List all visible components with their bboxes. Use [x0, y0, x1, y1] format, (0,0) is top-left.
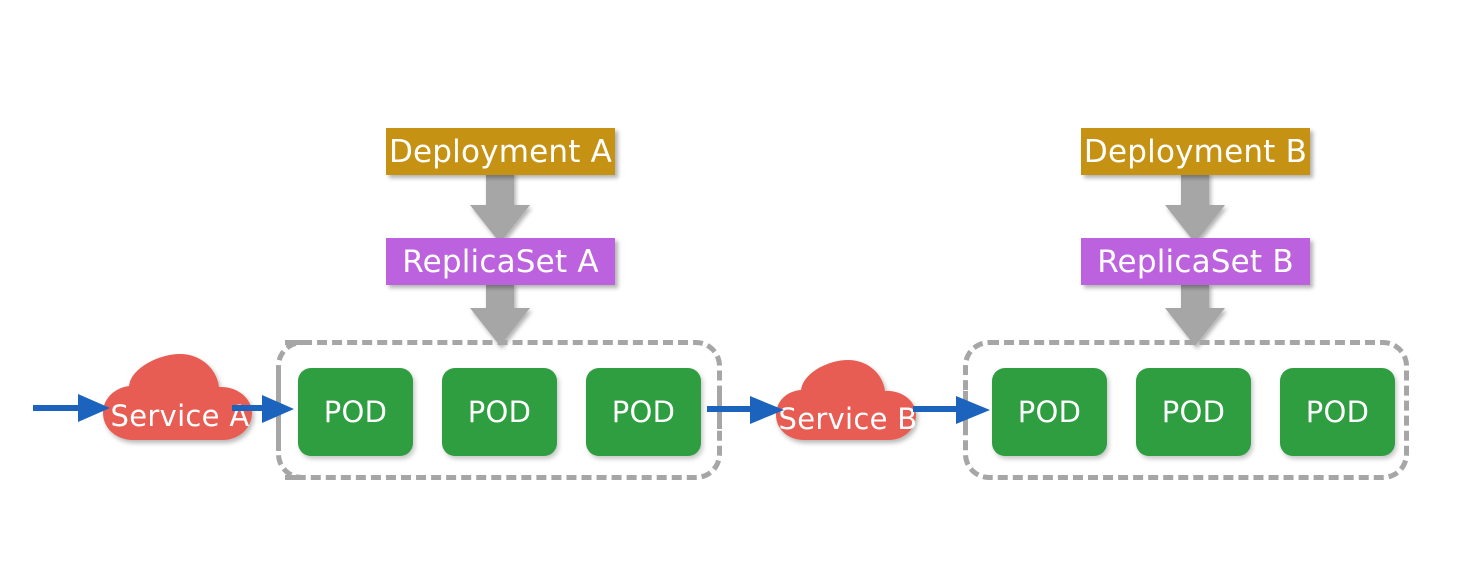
pod-b-3[interactable]: POD	[1280, 368, 1395, 456]
pod-b-1-label: POD	[1017, 395, 1082, 429]
service-a-cloud-label-wrap: Service A	[100, 399, 260, 433]
pod-a-3[interactable]: POD	[586, 368, 701, 456]
replicaset-b-label: ReplicaSet B	[1097, 243, 1294, 280]
pod-a-1[interactable]: POD	[298, 368, 413, 456]
pod-b-2-label: POD	[1161, 395, 1226, 429]
pod-group-a-bottom-left-dash	[285, 475, 305, 480]
pod-b-2[interactable]: POD	[1136, 368, 1251, 456]
pod-a-2[interactable]: POD	[442, 368, 557, 456]
pod-group-a-right-edge-stub	[717, 391, 722, 429]
pod-a-1-label: POD	[323, 395, 388, 429]
diagram-canvas: Deployment A ReplicaSet A POD POD POD De…	[0, 0, 1482, 567]
replicaset-b-box[interactable]: ReplicaSet B	[1081, 238, 1310, 285]
deployment-b-label: Deployment B	[1083, 133, 1308, 170]
deployment-a-box[interactable]: Deployment A	[386, 128, 615, 175]
service-b-cloud[interactable]: Service B	[773, 358, 923, 444]
arrow-right-icon-ingress-to-service-a	[33, 394, 110, 422]
service-b-label: Service B	[778, 402, 918, 436]
pod-a-2-label: POD	[467, 395, 532, 429]
pod-group-b-left-edge-stub	[963, 391, 968, 429]
replicaset-a-box[interactable]: ReplicaSet A	[386, 238, 615, 285]
replicaset-a-label: ReplicaSet A	[402, 243, 599, 280]
pod-b-3-label: POD	[1305, 395, 1370, 429]
pod-a-3-label: POD	[611, 395, 676, 429]
service-b-cloud-label-wrap: Service B	[773, 402, 923, 436]
arrow-down-icon-replicaset-b-to-pods-b	[1165, 283, 1225, 346]
service-a-cloud[interactable]: Service A	[100, 352, 260, 444]
pod-group-a-left-edge-stub	[276, 373, 281, 451]
deployment-b-box[interactable]: Deployment B	[1081, 128, 1310, 175]
arrow-down-icon-deployment-a-to-replicaset-a	[470, 172, 530, 243]
pod-group-a-top-left-dash	[285, 340, 305, 345]
arrow-down-icon-replicaset-a-to-pods-a	[470, 283, 530, 346]
service-a-label: Service A	[110, 399, 250, 433]
deployment-a-label: Deployment A	[388, 133, 613, 170]
arrow-down-icon-deployment-b-to-replicaset-b	[1165, 172, 1225, 243]
pod-b-1[interactable]: POD	[992, 368, 1107, 456]
